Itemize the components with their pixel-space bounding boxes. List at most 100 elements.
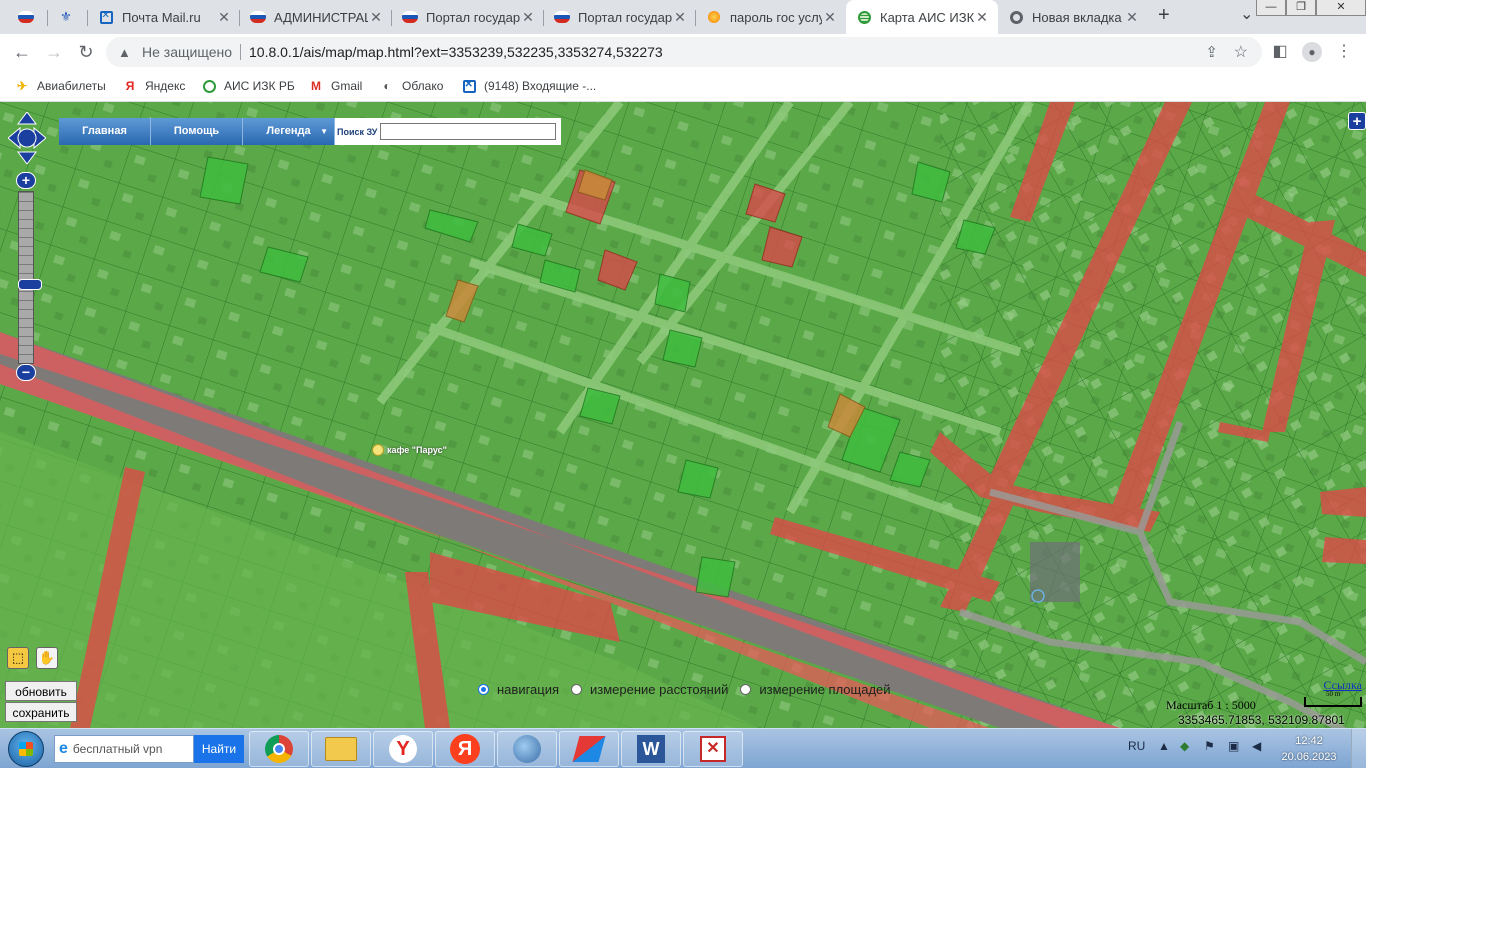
close-window-button[interactable]: ✕ xyxy=(1316,0,1366,16)
start-button[interactable] xyxy=(8,731,44,767)
taskbar-search-text[interactable]: бесплатный vpn xyxy=(73,742,162,756)
show-desktop-button[interactable] xyxy=(1351,729,1366,768)
bookmark-label: Яндекс xyxy=(145,79,186,93)
radio-area[interactable] xyxy=(740,684,752,695)
tab-1[interactable] xyxy=(8,2,48,32)
zoom-out-button[interactable]: − xyxy=(16,364,36,381)
menu-legend-button[interactable]: Легенда ▼ xyxy=(243,118,335,145)
yandex-icon[interactable]: Я xyxy=(435,731,495,767)
pdf-icon[interactable]: ✕ xyxy=(683,731,743,767)
maximize-button[interactable]: ❐ xyxy=(1286,0,1316,16)
chrome-icon[interactable] xyxy=(249,731,309,767)
pan-control[interactable] xyxy=(7,111,47,165)
language-indicator[interactable]: RU xyxy=(1128,739,1145,753)
close-icon[interactable]: ✕ xyxy=(974,9,990,26)
explorer-icon[interactable] xyxy=(311,731,371,767)
close-icon[interactable]: ✕ xyxy=(216,9,232,26)
anydesk-icon[interactable] xyxy=(559,731,619,767)
address-bar[interactable]: ▲ Не защищено 10.8.0.1/ais/map/map.html?… xyxy=(106,37,1262,67)
volume-icon[interactable]: ◀ xyxy=(1252,739,1261,753)
taskbar-search[interactable]: e бесплатный vpn xyxy=(54,735,194,763)
tab-3[interactable]: Почта Mail.ru ✕ xyxy=(88,2,240,32)
tab-title: Портал государ xyxy=(426,9,520,25)
hand-tool-icon[interactable]: ✋ xyxy=(36,647,58,669)
radio-navigation[interactable] xyxy=(478,684,489,695)
taskbar: e бесплатный vpn Найти Y Я W ✕ RU ▲ ◆ ⚑ … xyxy=(0,728,1366,768)
measure-tool-icon[interactable]: ⬚ xyxy=(7,647,29,669)
flag-icon xyxy=(250,9,266,25)
tab-7[interactable]: пароль гос услу ✕ xyxy=(696,2,846,32)
menu-help-button[interactable]: Помощь xyxy=(151,118,243,145)
flag-icon xyxy=(18,9,34,25)
mode-label: измерение площадей xyxy=(759,682,891,697)
bookmark-item[interactable]: ✈ Авиабилеты xyxy=(14,76,106,96)
zoom-slider[interactable] xyxy=(18,191,42,364)
flag-icon xyxy=(554,9,570,25)
save-button[interactable]: сохранить xyxy=(5,702,77,722)
taskbar-search-button[interactable]: Найти xyxy=(194,735,244,763)
layer-switcher-button[interactable]: + xyxy=(1348,112,1366,130)
yandex-browser-icon[interactable]: Y xyxy=(373,731,433,767)
tab-9[interactable]: Новая вкладка ✕ xyxy=(998,2,1148,32)
tab-title: Карта АИС ИЗК xyxy=(880,9,974,25)
gmail-icon: M xyxy=(311,79,321,93)
reload-icon[interactable]: ↻ xyxy=(74,40,98,64)
tray-expand-icon[interactable]: ▲ xyxy=(1158,739,1170,753)
bookmark-star-icon[interactable]: ☆ xyxy=(1234,42,1248,62)
profile-icon[interactable]: ● xyxy=(1300,40,1324,64)
tab-title: Новая вкладка xyxy=(1032,9,1122,25)
mode-navigation[interactable]: навигация xyxy=(478,682,559,697)
zoom-handle[interactable] xyxy=(18,279,42,290)
warning-icon: ▲ xyxy=(118,44,131,60)
mode-distance[interactable]: измерение расстояний xyxy=(571,682,728,697)
mode-area[interactable]: измерение площадей xyxy=(740,682,891,697)
minimize-button[interactable]: — xyxy=(1256,0,1286,16)
bookmark-item[interactable]: АИС ИЗК РБ xyxy=(201,76,295,96)
earth-pro-icon[interactable] xyxy=(497,731,557,767)
menu-home-button[interactable]: Главная xyxy=(59,118,151,145)
clock[interactable]: 12:42 20.06.2023 xyxy=(1276,733,1342,765)
bookmark-item[interactable]: (9148) Входящие -... xyxy=(461,76,596,96)
network-icon[interactable]: ▣ xyxy=(1228,739,1239,753)
side-panel-icon[interactable]: ◧ xyxy=(1268,40,1292,64)
new-tab-button[interactable]: + xyxy=(1158,4,1170,27)
close-icon[interactable]: ✕ xyxy=(822,9,838,26)
tab-5[interactable]: Портал государ ✕ xyxy=(392,2,544,32)
cafe-pin-icon xyxy=(372,444,384,456)
close-icon[interactable]: ✕ xyxy=(368,9,384,26)
close-icon[interactable]: ✕ xyxy=(520,9,536,26)
menu-icon[interactable]: ⋮ xyxy=(1332,40,1356,64)
back-arrow-icon[interactable]: ← xyxy=(10,40,34,64)
map-viewport[interactable]: Главная Помощь Легенда ▼ Поиск ЗУ + − + … xyxy=(0,102,1366,728)
mail-icon xyxy=(461,78,477,94)
tab-8-active[interactable]: Карта АИС ИЗК ✕ xyxy=(846,0,998,34)
forward-arrow-icon[interactable]: → xyxy=(42,40,66,64)
legend-label: Легенда xyxy=(266,125,311,137)
tab-search-icon[interactable]: ⌄ xyxy=(1240,4,1253,24)
mode-label: измерение расстояний xyxy=(590,682,729,697)
action-center-icon[interactable]: ⚑ xyxy=(1204,739,1215,753)
bookmark-item[interactable]: ◐ Облако xyxy=(379,76,443,96)
url-text[interactable]: 10.8.0.1/ais/map/map.html?ext=3353239,53… xyxy=(249,44,663,60)
bookmark-label: Облако xyxy=(402,79,444,93)
tab-4[interactable]: АДМИНИСТРАЦИ ✕ xyxy=(240,2,392,32)
word-icon[interactable]: W xyxy=(621,731,681,767)
zoom-in-button[interactable]: + xyxy=(16,172,36,189)
close-icon[interactable]: ✕ xyxy=(1124,9,1140,26)
parcel-search-input[interactable] xyxy=(380,123,557,140)
bookmarks-bar: ✈ Авиабилеты Я Яндекс АИС ИЗК РБ M Gmail… xyxy=(0,70,1366,102)
refresh-button[interactable]: обновить xyxy=(5,681,77,701)
poi-cafe[interactable]: кафе "Парус" xyxy=(372,444,447,456)
scale-bar: 50 m xyxy=(1304,690,1362,707)
radio-distance[interactable] xyxy=(571,684,583,695)
chrome-icon xyxy=(1008,9,1024,25)
tab-2[interactable]: ⚜ xyxy=(48,2,88,32)
close-icon[interactable]: ✕ xyxy=(672,9,688,26)
scale-text: Масштаб 1 : 5000 xyxy=(1166,698,1256,712)
bookmark-item[interactable]: Я Яндекс xyxy=(122,76,186,96)
tray-app-icon[interactable]: ◆ xyxy=(1180,739,1189,753)
bookmark-item[interactable]: M Gmail xyxy=(308,76,362,96)
tab-6[interactable]: Портал государ ✕ xyxy=(544,2,696,32)
share-icon[interactable]: ⇪ xyxy=(1205,43,1218,61)
security-label[interactable]: Не защищено xyxy=(142,44,232,60)
